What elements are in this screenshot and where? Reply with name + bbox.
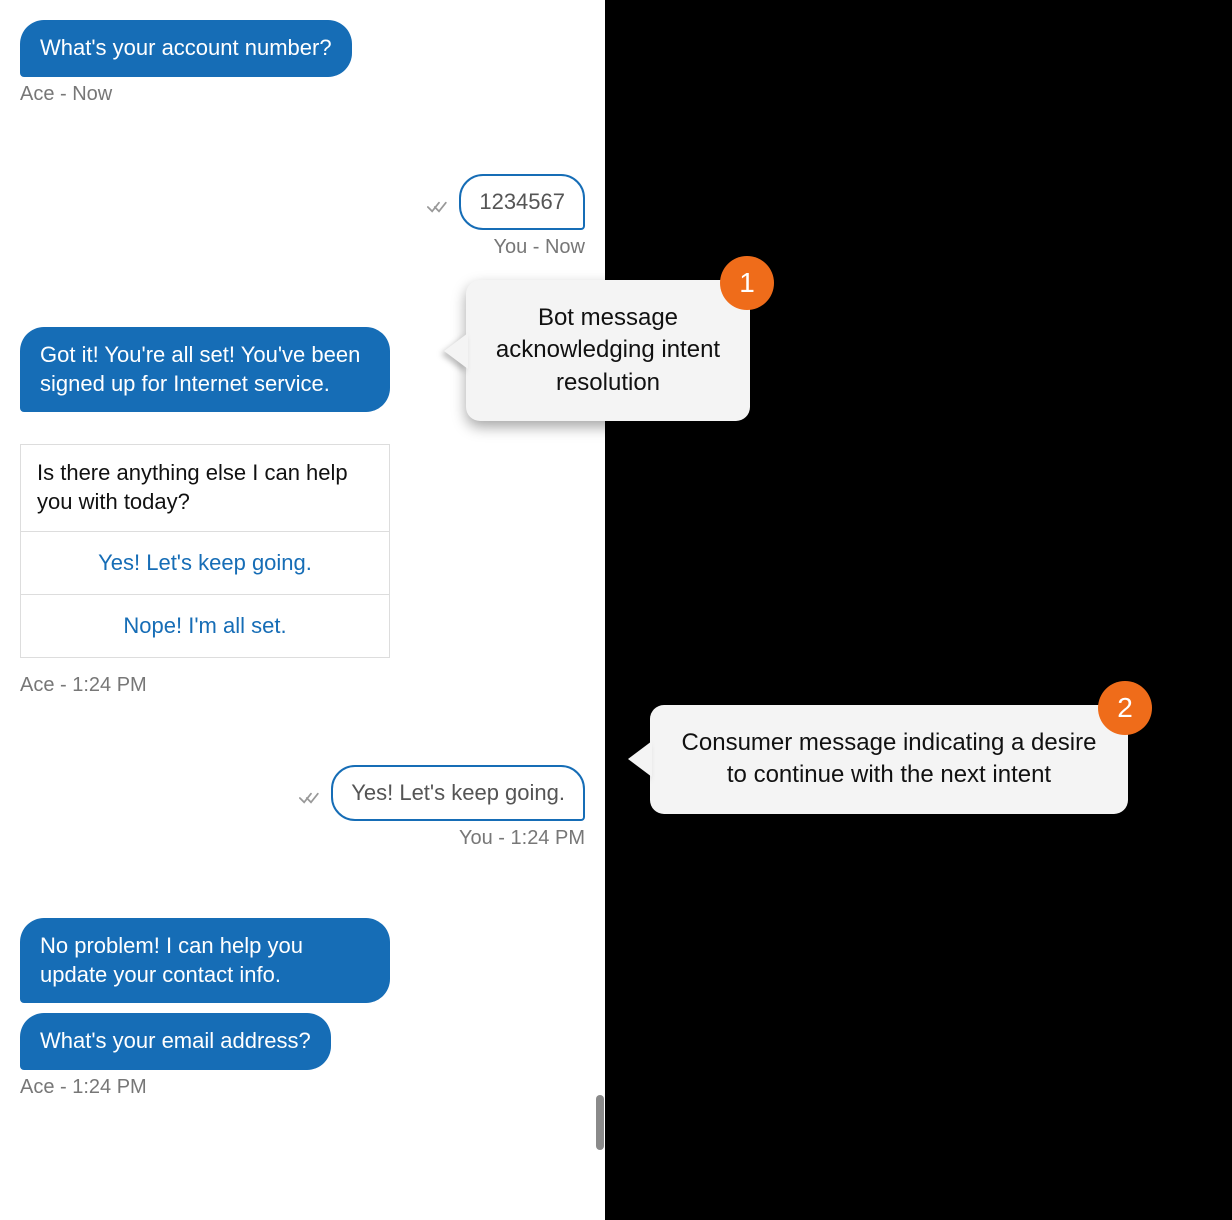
- chat-content: What's your account number? Ace - Now 12…: [20, 20, 585, 1107]
- agent-bubble: What's your email address?: [20, 1013, 331, 1070]
- callout-badge: 1: [720, 256, 774, 310]
- message-meta: Ace - Now: [20, 83, 585, 106]
- user-message: 1234567 You - Now: [20, 174, 585, 260]
- callout-badge: 2: [1098, 681, 1152, 735]
- user-bubble: Yes! Let's keep going.: [331, 765, 585, 822]
- agent-message-group: No problem! I can help you update your c…: [20, 918, 585, 1099]
- scrollbar-thumb[interactable]: [596, 1095, 604, 1150]
- callout-text: Bot message acknowledging intent resolut…: [492, 302, 724, 399]
- option-button-yes[interactable]: Yes! Let's keep going.: [21, 531, 389, 594]
- callout-tail-icon: [444, 333, 468, 369]
- read-receipt-icon: [299, 790, 323, 811]
- callout-text: Consumer message indicating a desire to …: [676, 727, 1102, 792]
- options-card-group: Is there anything else I can help you wi…: [20, 420, 585, 696]
- agent-message: What's your account number? Ace - Now: [20, 20, 585, 106]
- option-button-no[interactable]: Nope! I'm all set.: [21, 594, 389, 657]
- user-bubble: 1234567: [459, 174, 585, 231]
- message-meta: You - Now: [20, 236, 585, 259]
- message-meta: Ace - 1:24 PM: [20, 1076, 585, 1099]
- user-message: Yes! Let's keep going. You - 1:24 PM: [20, 765, 585, 851]
- options-card: Is there anything else I can help you wi…: [20, 444, 390, 657]
- agent-bubble: No problem! I can help you update your c…: [20, 918, 390, 1003]
- agent-bubble: What's your account number?: [20, 20, 352, 77]
- side-panel: [605, 0, 1232, 1220]
- chat-panel: What's your account number? Ace - Now 12…: [0, 0, 605, 1220]
- annotation-callout-1: 1 Bot message acknowledging intent resol…: [466, 280, 750, 421]
- annotation-callout-2: 2 Consumer message indicating a desire t…: [650, 705, 1128, 814]
- options-prompt: Is there anything else I can help you wi…: [21, 445, 389, 530]
- callout-tail-icon: [628, 741, 652, 777]
- message-meta: You - 1:24 PM: [20, 827, 585, 850]
- agent-bubble: Got it! You're all set! You've been sign…: [20, 327, 390, 412]
- message-meta: Ace - 1:24 PM: [20, 674, 585, 697]
- read-receipt-icon: [427, 199, 451, 220]
